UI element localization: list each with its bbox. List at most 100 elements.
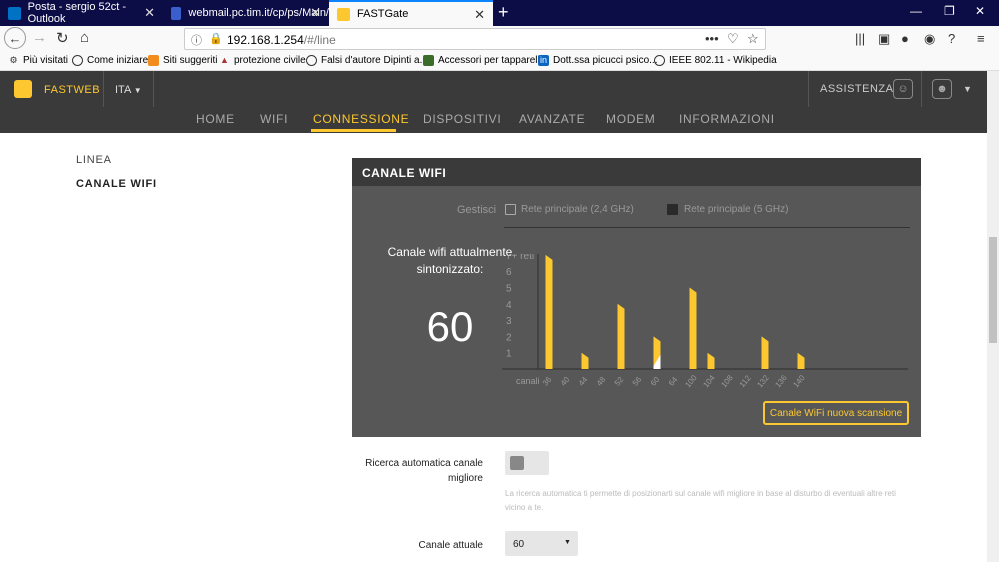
close-icon[interactable]: ✕ — [144, 5, 155, 21]
current-channel-label: Canale wifi attualmente sintonizzato: — [387, 245, 513, 276]
bookmark-favicon-icon — [148, 55, 159, 66]
menu-item-canale-wifi[interactable]: CANALE WIFI — [76, 178, 157, 190]
insecure-lock-icon[interactable]: 🔒 — [209, 32, 223, 45]
x-tick-label: 112 — [738, 373, 753, 389]
caret-down-icon: ▼ — [564, 539, 571, 546]
nav-informazioni[interactable]: INFORMAZIONI — [679, 112, 775, 126]
reload-icon[interactable]: ↻ — [56, 29, 69, 47]
nav-home[interactable]: HOME — [196, 112, 235, 126]
y-tick-label: 2 — [506, 332, 512, 343]
auto-search-toggle[interactable] — [505, 451, 549, 475]
y-tick-label: 3 — [506, 316, 512, 327]
x-tick-label: 44 — [577, 375, 590, 388]
current-channel-value: 60 — [426, 303, 474, 350]
manage-label: Gestisci — [457, 204, 497, 216]
current-channel-field-label: Canale attuale — [418, 540, 484, 551]
close-icon[interactable]: ✕ — [474, 7, 485, 23]
caret-down-icon[interactable]: ▼ — [963, 84, 972, 94]
tab-webmail[interactable]: webmail.pc.tim.it/cp/ps/Main/ ✕ — [163, 0, 329, 26]
auto-search-label: Ricerca automatica canale migliore — [365, 458, 483, 484]
globe-icon — [72, 55, 83, 66]
bookmark-item[interactable]: Come iniziare — [72, 55, 148, 66]
checkbox-5ghz[interactable] — [667, 204, 678, 215]
divider — [808, 71, 809, 107]
bookmark-item[interactable]: ⚙ Più visitati — [8, 55, 68, 66]
new-scan-button[interactable]: Canale WiFi nuova scansione — [763, 401, 909, 425]
chart-bar — [761, 336, 769, 369]
menu-icon[interactable]: ≡ — [977, 31, 985, 46]
user-icon[interactable]: ☻ — [932, 79, 952, 99]
active-nav-underline — [311, 129, 396, 132]
support-icon[interactable]: ☺ — [893, 79, 913, 99]
brand-name[interactable]: FASTWEB — [44, 84, 100, 96]
close-icon[interactable]: ✕ — [310, 5, 321, 21]
minimize-icon[interactable]: — — [910, 4, 922, 18]
outlook-icon — [8, 6, 21, 20]
toggle-knob[interactable] — [510, 456, 524, 470]
bookmark-item[interactable]: ▲ protezione civile — [219, 55, 306, 66]
scrollbar-thumb[interactable] — [989, 237, 997, 343]
auto-search-help: La ricerca automatica ti permette di pos… — [505, 489, 896, 512]
x-tick-label: 36 — [541, 375, 554, 388]
y-tick-label: 5 — [506, 284, 512, 295]
fastweb-logo-icon[interactable] — [14, 80, 32, 98]
x-tick-label: 104 — [701, 373, 717, 389]
url-text[interactable]: 192.168.1.254/#/line — [227, 33, 336, 47]
bookmark-favicon-icon: ▲ — [220, 55, 229, 65]
info-icon[interactable]: ⓘ — [191, 32, 202, 48]
nav-wifi[interactable]: WIFI — [260, 112, 288, 126]
pocket-icon[interactable]: ♡ — [727, 31, 739, 47]
nav-connessione[interactable]: CONNESSIONE — [313, 112, 409, 126]
window-close-icon[interactable]: ✕ — [975, 4, 985, 18]
bookmark-favicon-icon — [423, 55, 434, 66]
channel-select[interactable]: 60 ▼ — [505, 531, 578, 556]
browser-tab-bar: Posta - sergio 52ct - Outlook ✕ webmail.… — [0, 0, 999, 26]
bookmark-item[interactable]: in Dott.ssa picucci psico... — [538, 55, 657, 66]
checkbox-24ghz[interactable] — [505, 204, 516, 215]
tab-outlook[interactable]: Posta - sergio 52ct - Outlook ✕ — [0, 0, 163, 26]
x-tick-label: 132 — [755, 373, 771, 389]
y-tick-label: 1 — [506, 349, 512, 360]
nav-modem[interactable]: MODEM — [606, 112, 656, 126]
globe-icon — [306, 55, 317, 66]
forward-icon[interactable]: → — [32, 29, 47, 46]
x-tick-label: 100 — [683, 373, 699, 389]
sidebar-icon[interactable]: ▣ — [878, 31, 890, 47]
url-bar[interactable]: ⓘ 🔒 192.168.1.254/#/line ••• ♡ ☆ — [184, 28, 766, 50]
divider — [103, 71, 104, 107]
checkbox-24ghz-label[interactable]: Rete principale (2,4 GHz) — [521, 204, 634, 215]
tab-title: webmail.pc.tim.it/cp/ps/Main/ — [188, 7, 329, 19]
assistance-link[interactable]: ASSISTENZA — [820, 83, 893, 95]
page-actions-icon[interactable]: ••• — [705, 31, 719, 46]
checkbox-5ghz-label[interactable]: Rete principale (5 GHz) — [684, 204, 788, 215]
tab-fastgate[interactable]: FASTGate ✕ — [329, 0, 493, 26]
y-tick-label: 7+ reti — [506, 254, 534, 262]
panel-header: CANALE WIFI — [352, 158, 921, 186]
bookmark-item[interactable]: Falsi d'autore Dipinti a... — [306, 55, 428, 66]
library-icon[interactable]: ||| — [855, 31, 865, 46]
help-icon[interactable]: ? — [948, 31, 955, 46]
divider — [153, 71, 154, 107]
extension-icon[interactable]: ● — [901, 31, 909, 46]
nav-avanzate[interactable]: AVANZATE — [519, 112, 585, 126]
page-scrollbar[interactable] — [987, 71, 999, 562]
home-icon[interactable]: ⌂ — [80, 29, 89, 46]
tab-title: Posta - sergio 52ct - Outlook — [27, 1, 127, 25]
x-axis-label: canali — [516, 376, 540, 386]
bookmark-item[interactable]: Siti suggeriti — [148, 55, 217, 66]
new-tab-icon[interactable]: + — [498, 2, 509, 23]
account-icon[interactable]: ◉ — [924, 31, 935, 47]
language-selector[interactable]: ITA ▼ — [115, 84, 142, 96]
back-icon[interactable]: ← — [4, 27, 26, 49]
y-tick-label: 6 — [506, 267, 512, 278]
restore-icon[interactable]: ❐ — [944, 4, 955, 18]
x-tick-label: 56 — [631, 375, 644, 388]
chart-bar — [545, 254, 553, 369]
bookmark-item[interactable]: IEEE 802.11 - Wikipedia — [654, 55, 777, 66]
x-tick-label: 64 — [667, 375, 680, 388]
bookmark-star-icon[interactable]: ☆ — [747, 31, 759, 47]
nav-dispositivi[interactable]: DISPOSITIVI — [423, 112, 501, 126]
x-tick-label: 52 — [613, 375, 626, 388]
bookmark-item[interactable]: Accessori per tapparelle — [423, 55, 545, 66]
menu-item-linea[interactable]: LINEA — [76, 154, 112, 166]
